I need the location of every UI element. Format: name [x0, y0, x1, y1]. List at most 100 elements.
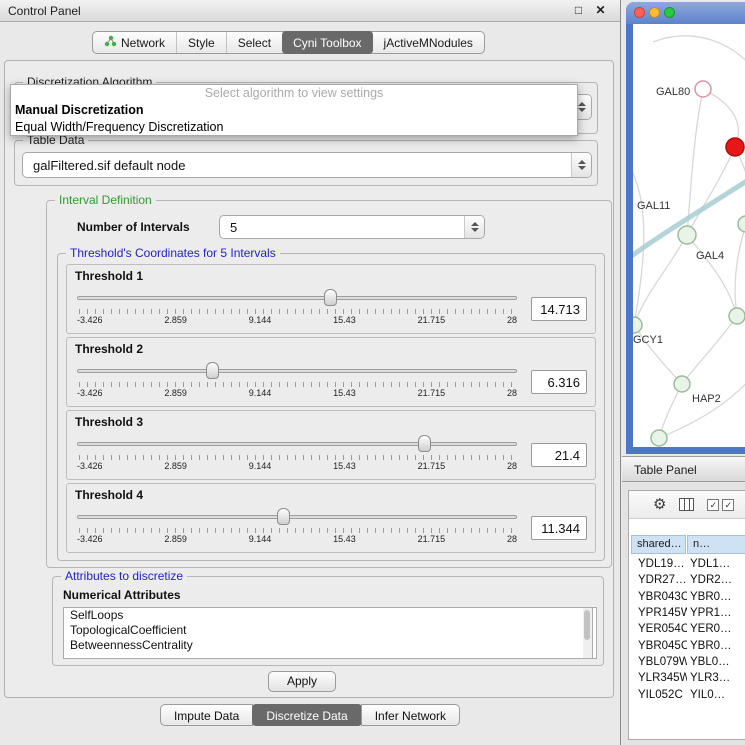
- table-row[interactable]: YBR045C YBR0…: [631, 637, 745, 653]
- slider-ticks: [79, 528, 515, 533]
- network-node[interactable]: [678, 226, 696, 244]
- slider-thumb[interactable]: [324, 289, 337, 306]
- slider-thumb[interactable]: [277, 508, 290, 525]
- network-canvas[interactable]: GAL80GAL11GAL4GCY1HAP2: [633, 24, 745, 447]
- network-node[interactable]: [651, 430, 667, 446]
- table-toolbar: ⚙ ✓ ✓: [629, 491, 745, 519]
- network-edge-thick[interactable]: [633, 172, 745, 264]
- column-header-shared-name[interactable]: shared…: [631, 535, 686, 554]
- cell-name: YDL1…: [687, 558, 730, 570]
- threshold-slider[interactable]: -3.4262.8599.14415.4321.71528: [77, 508, 517, 548]
- column-header-name[interactable]: n…: [687, 535, 745, 554]
- network-node[interactable]: [633, 317, 642, 333]
- table-row[interactable]: YLR345W YLR3…: [631, 670, 745, 686]
- combobox-arrows-icon[interactable]: [571, 153, 591, 177]
- threshold-slider[interactable]: -3.4262.8599.14415.4321.71528: [77, 362, 517, 402]
- list-item[interactable]: TopologicalCoefficient: [64, 623, 596, 638]
- tab-label: Network: [121, 36, 165, 50]
- columns-icon[interactable]: [679, 498, 694, 511]
- dropdown-option-equal-width[interactable]: Equal Width/Frequency Discretization: [11, 119, 577, 136]
- node-table: ⚙ ✓ ✓ shared… n… YDL19… YDL1… YDR27… YDR…: [628, 490, 745, 740]
- table-data-combobox[interactable]: galFiltered.sif default node: [22, 152, 592, 178]
- threshold-value-field[interactable]: [531, 443, 587, 467]
- slider-ticks: [79, 382, 515, 387]
- network-node[interactable]: [729, 308, 745, 324]
- gear-icon[interactable]: ⚙: [653, 497, 666, 512]
- threshold-value-field[interactable]: [531, 516, 587, 540]
- threshold-slider[interactable]: -3.4262.8599.14415.4321.71528: [77, 289, 517, 329]
- slider-scale-label: 2.859: [164, 461, 187, 471]
- slider-scale-label: 15.43: [333, 461, 356, 471]
- slider-track[interactable]: [77, 442, 517, 446]
- network-node[interactable]: [695, 81, 711, 97]
- table-row[interactable]: YDL19… YDL1…: [631, 556, 745, 572]
- dropdown-placeholder-item[interactable]: Select algorithm to view settings: [11, 85, 577, 102]
- network-graph[interactable]: GAL80GAL11GAL4GCY1HAP2: [633, 24, 745, 447]
- group-title: Interval Definition: [55, 193, 156, 207]
- slider-thumb[interactable]: [206, 362, 219, 379]
- slider-track[interactable]: [77, 515, 517, 519]
- tab-discretize-data[interactable]: Discretize Data: [252, 704, 361, 726]
- panel-divider[interactable]: [620, 0, 621, 745]
- table-row[interactable]: YBR043C YBR0…: [631, 589, 745, 605]
- numerical-attributes-list[interactable]: SelfLoopsTopologicalCoefficientBetweenne…: [63, 607, 597, 659]
- network-edge[interactable]: [682, 316, 737, 384]
- tab-jactivemnodules[interactable]: jActiveMNodules: [373, 32, 484, 53]
- table-row[interactable]: YDR27… YDR2…: [631, 572, 745, 588]
- close-traffic-light-button[interactable]: [634, 7, 645, 18]
- zoom-traffic-light-button[interactable]: [664, 7, 675, 18]
- algorithm-dropdown-popup: Select algorithm to view settings Manual…: [10, 84, 578, 136]
- combobox-arrows-icon[interactable]: [464, 216, 484, 238]
- tab-select[interactable]: Select: [226, 32, 282, 53]
- window-title: Control Panel: [8, 0, 81, 22]
- cell-name: YER0…: [687, 623, 732, 635]
- close-window-icon[interactable]: ✕: [593, 3, 608, 18]
- float-window-icon[interactable]: □: [571, 3, 586, 18]
- tab-network[interactable]: Network: [93, 32, 176, 53]
- threshold-value-field[interactable]: [531, 297, 587, 321]
- apply-button[interactable]: Apply: [268, 671, 336, 692]
- scrollbar-thumb[interactable]: [584, 610, 590, 640]
- slider-scale-label: 28: [507, 315, 517, 325]
- number-of-intervals-label: Number of Intervals: [77, 220, 190, 234]
- slider-track[interactable]: [77, 296, 517, 300]
- numerical-attributes-heading: Numerical Attributes: [63, 588, 181, 602]
- slider-scale-label: 28: [507, 388, 517, 398]
- network-node[interactable]: [674, 376, 690, 392]
- slider-scale-label: 9.144: [249, 461, 272, 471]
- list-item[interactable]: BetweennessCentrality: [64, 638, 596, 653]
- dropdown-option-manual[interactable]: Manual Discretization: [11, 102, 577, 119]
- slider-thumb[interactable]: [418, 435, 431, 452]
- network-edge[interactable]: [633, 164, 644, 325]
- group-title: Threshold's Coordinates for 5 Intervals: [66, 246, 280, 260]
- network-node[interactable]: [738, 216, 745, 232]
- tab-infer-network[interactable]: Infer Network: [361, 704, 460, 726]
- table-row[interactable]: YBL079W YBL0…: [631, 654, 745, 670]
- cell-shared-name: YBR045C: [631, 640, 687, 652]
- checkbox-icon[interactable]: ✓: [707, 499, 719, 511]
- tab-impute-data[interactable]: Impute Data: [160, 704, 253, 726]
- table-panel-header[interactable]: Table Panel: [622, 456, 745, 482]
- tab-style[interactable]: Style: [176, 32, 226, 53]
- network-edge[interactable]: [687, 235, 737, 316]
- table-row[interactable]: YPR145W YPR1…: [631, 605, 745, 621]
- checkbox-icon[interactable]: ✓: [722, 499, 734, 511]
- threshold-slider[interactable]: -3.4262.8599.14415.4321.71528: [77, 435, 517, 475]
- list-item[interactable]: SelfLoops: [64, 608, 596, 623]
- control-panel-window: Control Panel □ ✕ Network Style: [0, 0, 620, 745]
- attributes-scrollbar[interactable]: [583, 607, 593, 659]
- slider-track[interactable]: [77, 369, 517, 373]
- slider-scale-label: 15.43: [333, 388, 356, 398]
- threshold-label: Threshold 1: [75, 269, 143, 283]
- threshold-value-field[interactable]: [531, 370, 587, 394]
- network-window-titlebar[interactable]: [626, 2, 745, 24]
- tab-cyni-toolbox[interactable]: Cyni Toolbox: [282, 31, 372, 54]
- number-of-intervals-combobox[interactable]: 5: [219, 215, 485, 239]
- minimize-traffic-light-button[interactable]: [649, 7, 660, 18]
- table-row[interactable]: YER054C YER0…: [631, 621, 745, 637]
- table-row[interactable]: YIL052C YIL0…: [631, 686, 745, 702]
- network-edge[interactable]: [653, 36, 745, 79]
- network-edge[interactable]: [735, 224, 745, 316]
- network-node[interactable]: [726, 138, 744, 156]
- slider-scale-label: 21.715: [418, 315, 446, 325]
